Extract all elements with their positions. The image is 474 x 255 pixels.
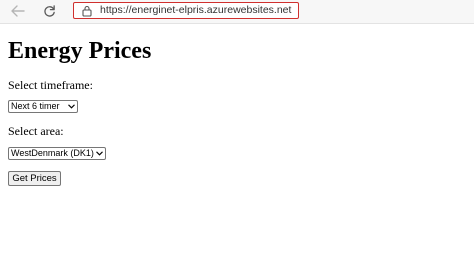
reload-icon [43, 4, 55, 17]
timeframe-selected-value: Next 6 timer [11, 101, 60, 111]
back-arrow-icon [11, 5, 25, 17]
area-label: Select area: [8, 124, 64, 138]
address-bar[interactable]: https://energinet-elpris.azurewebsites.n… [73, 2, 299, 19]
browser-toolbar: https://energinet-elpris.azurewebsites.n… [0, 0, 474, 24]
timeframe-label: Select timeframe: [8, 78, 93, 92]
page-content: Energy Prices Select timeframe: Next 6 t… [0, 24, 474, 255]
url-text[interactable]: https://energinet-elpris.azurewebsites.n… [100, 4, 291, 17]
back-button[interactable] [8, 2, 28, 20]
chevron-down-icon [68, 104, 75, 109]
page-title: Energy Prices [8, 38, 152, 64]
area-selected-value: WestDenmark (DK1) [11, 148, 94, 158]
area-select[interactable]: WestDenmark (DK1) [8, 147, 106, 160]
timeframe-select[interactable]: Next 6 timer [8, 100, 78, 113]
reload-button[interactable] [39, 2, 59, 20]
chevron-down-icon [96, 151, 103, 156]
get-prices-button[interactable]: Get Prices [8, 171, 61, 186]
lock-icon[interactable] [81, 5, 93, 17]
